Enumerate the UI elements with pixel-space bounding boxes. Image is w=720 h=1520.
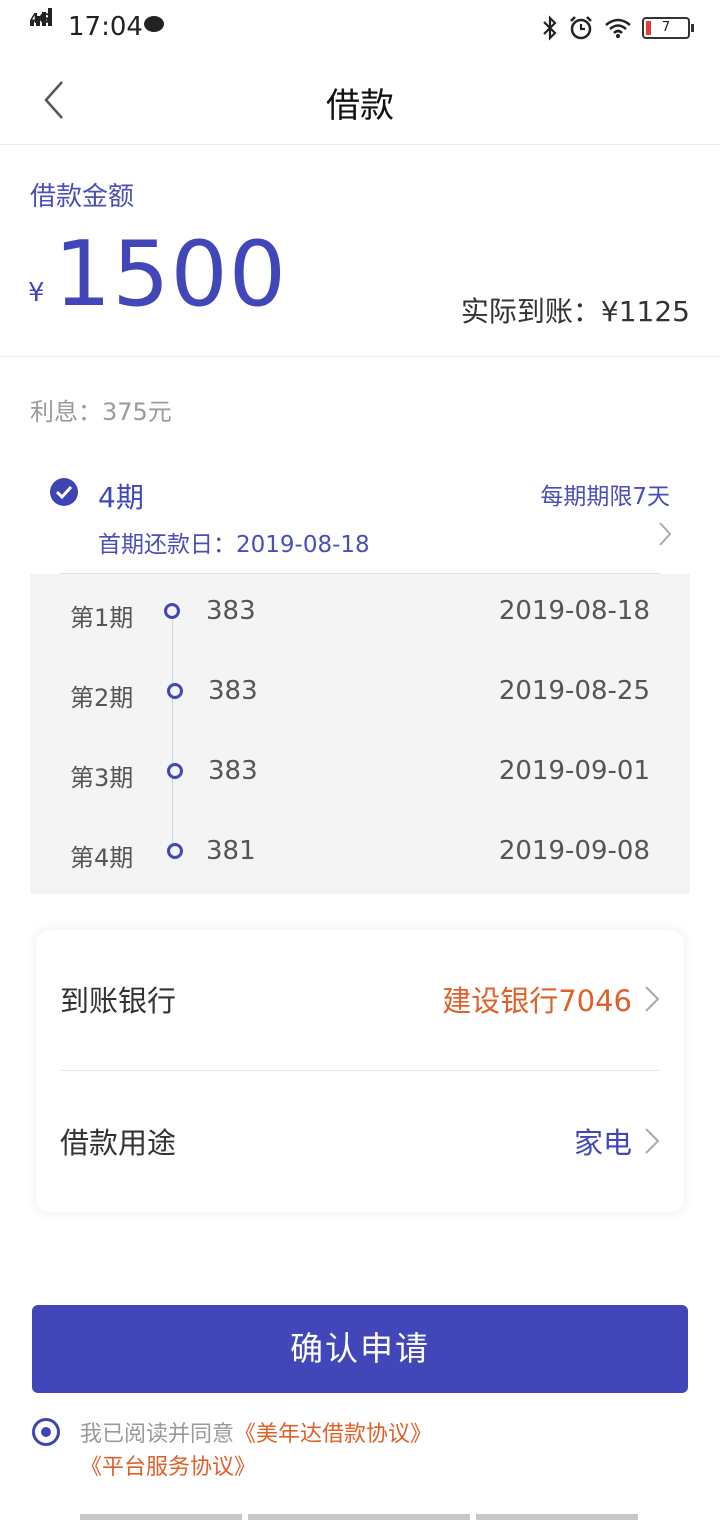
chevron-right-icon bbox=[645, 986, 660, 1012]
purpose-value: 家电 bbox=[573, 1126, 632, 1160]
agree-radio[interactable] bbox=[32, 1418, 60, 1446]
divider bbox=[60, 1070, 660, 1071]
timeline-dot-icon bbox=[167, 683, 183, 699]
status-time: 17:04 bbox=[68, 12, 143, 42]
agreement-text: 我已阅读并同意《美年达借款协议》 《平台服务协议》 bbox=[80, 1418, 680, 1484]
nav-indicator bbox=[80, 1514, 242, 1520]
platform-agreement-link[interactable]: 《平台服务协议》 bbox=[80, 1455, 256, 1480]
timeline-dot-icon bbox=[167, 843, 183, 859]
bank-value: 建设银行7046 bbox=[442, 984, 632, 1018]
status-bar: 4G 17:04 7 bbox=[0, 0, 720, 56]
loan-agreement-link[interactable]: 《美年达借款协议》 bbox=[234, 1422, 432, 1447]
period-limit: 每期期限7天 bbox=[540, 484, 670, 510]
schedule-row: 第3期 383 2019-09-01 bbox=[30, 734, 690, 814]
plan-periods[interactable]: 4期 bbox=[98, 476, 144, 516]
interest-text: 利息：375元 bbox=[30, 398, 172, 426]
first-due-date: 首期还款日：2019-08-18 bbox=[98, 532, 370, 558]
battery-level: 7 bbox=[661, 20, 671, 35]
bank-row[interactable]: 到账银行 建设银行7046 bbox=[60, 930, 660, 1070]
page-title: 借款 bbox=[326, 86, 394, 126]
chevron-right-icon[interactable] bbox=[658, 520, 672, 548]
period-amount: 381 bbox=[206, 836, 256, 866]
details-card: 到账银行 建设银行7046 借款用途 家电 bbox=[36, 930, 684, 1212]
battery-icon: 7 bbox=[642, 17, 694, 39]
period-label: 第2期 bbox=[70, 684, 134, 712]
period-label: 第4期 bbox=[70, 844, 134, 872]
nav-indicator bbox=[248, 1514, 470, 1520]
schedule-row: 第4期 381 2019-09-08 bbox=[30, 814, 690, 894]
period-date: 2019-08-18 bbox=[498, 596, 650, 626]
purpose-row[interactable]: 借款用途 家电 bbox=[60, 1072, 660, 1212]
currency-symbol: ¥ bbox=[28, 278, 45, 308]
period-date: 2019-08-25 bbox=[498, 676, 650, 706]
nav-indicator bbox=[476, 1514, 638, 1520]
actual-received: 实际到账：¥1125 bbox=[460, 295, 690, 328]
period-label: 第3期 bbox=[70, 764, 134, 792]
chevron-right-icon bbox=[645, 1128, 660, 1154]
schedule-row: 第1期 383 2019-08-18 bbox=[30, 574, 690, 654]
alarm-icon bbox=[570, 16, 592, 40]
divider bbox=[0, 356, 720, 357]
period-amount: 383 bbox=[206, 596, 256, 626]
agreement-prefix: 我已阅读并同意 bbox=[80, 1422, 235, 1447]
timeline-dot-icon bbox=[164, 603, 180, 619]
loan-amount[interactable]: 1500 bbox=[54, 222, 287, 327]
amount-label: 借款金额 bbox=[30, 182, 135, 212]
message-icon bbox=[144, 16, 164, 32]
status-icons: 7 bbox=[542, 14, 694, 42]
nav-header: 借款 bbox=[0, 56, 720, 145]
period-amount: 383 bbox=[208, 756, 258, 786]
wifi-icon bbox=[605, 18, 631, 38]
period-label: 第1期 bbox=[70, 604, 134, 632]
purpose-label: 借款用途 bbox=[60, 1126, 177, 1160]
timeline-dot-icon bbox=[167, 763, 183, 779]
period-date: 2019-09-01 bbox=[498, 756, 650, 786]
bank-label: 到账银行 bbox=[60, 984, 177, 1018]
schedule-row: 第2期 383 2019-08-25 bbox=[30, 654, 690, 734]
period-date: 2019-09-08 bbox=[498, 836, 650, 866]
bluetooth-icon bbox=[543, 15, 557, 41]
check-icon[interactable] bbox=[50, 478, 78, 506]
repayment-schedule: 第1期 383 2019-08-18 第2期 383 2019-08-25 第3… bbox=[30, 574, 690, 894]
confirm-apply-button[interactable]: 确认申请 bbox=[32, 1305, 688, 1393]
period-amount: 383 bbox=[208, 676, 258, 706]
